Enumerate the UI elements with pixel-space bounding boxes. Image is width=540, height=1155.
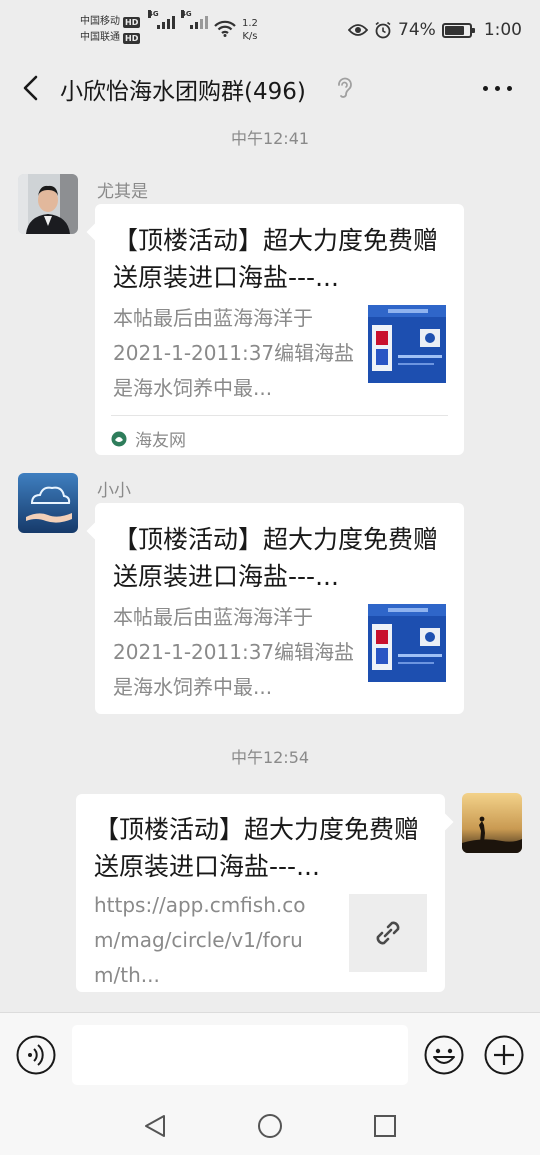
clock: 1:00: [483, 20, 522, 40]
card-thumbnail: [368, 305, 446, 383]
source-logo-icon: [111, 431, 127, 446]
card-url: https://app.cmfish.com/mag/circle/v1/for…: [94, 893, 306, 987]
nav-back-icon[interactable]: [143, 1113, 167, 1139]
voice-icon[interactable]: [16, 1035, 56, 1075]
link-card[interactable]: 【顶楼活动】超大力度免费赠送原装进口海盐---... https://app.c…: [76, 794, 454, 992]
battery-percent: 74%: [398, 20, 436, 40]
card-divider: [111, 415, 448, 416]
hd-badge: HD: [123, 32, 141, 44]
carrier-info: 中国移动 HD 中国联通 HD: [80, 14, 141, 46]
chat-header: 小欣怡海水团购群(496): [0, 62, 540, 114]
signal-icons: 4G 4G: [148, 10, 208, 29]
network-speed: 1.2 K/s: [242, 18, 258, 42]
message-timestamp: 中午12:41: [230, 129, 310, 148]
nav-home-icon[interactable]: [257, 1113, 283, 1139]
system-navigation-bar: [0, 1096, 540, 1155]
status-bar: 中国移动 HD 中国联通 HD 4G 4G 1.2 K/s 74% 1:00: [0, 0, 540, 62]
card-title: 【顶楼活动】超大力度免费赠送原装进口海盐---...: [94, 815, 420, 881]
source-name: 海友网: [135, 431, 186, 451]
link-card[interactable]: 【顶楼活动】超大力度免费赠送原装进口海盐---... 本帖最后由蓝海海洋于202…: [86, 503, 464, 714]
link-icon: [376, 921, 400, 945]
link-card[interactable]: 【顶楼活动】超大力度免费赠送原装进口海盐---... 本帖最后由蓝海海洋于202…: [86, 204, 464, 455]
card-source: 海友网: [111, 426, 186, 451]
hd-badge: HD: [123, 16, 141, 28]
message-input[interactable]: [72, 1025, 408, 1085]
card-thumbnail: [368, 604, 446, 682]
card-description: 本帖最后由蓝海海洋于2021-1-2011:37编辑海盐是海水饲养中最...: [113, 306, 355, 400]
avatar[interactable]: [18, 473, 78, 533]
link-placeholder: [349, 894, 427, 972]
card-title: 【顶楼活动】超大力度免费赠送原装进口海盐---...: [113, 525, 439, 591]
signal-icon: 4G: [148, 10, 175, 29]
carrier-2: 中国联通: [80, 32, 120, 43]
mute-ear-icon: [338, 77, 352, 98]
my-avatar[interactable]: [462, 793, 522, 853]
avatar[interactable]: [18, 174, 78, 234]
more-dots-icon[interactable]: [483, 86, 512, 91]
sender-name: 小小: [97, 481, 131, 501]
sender-name: 尤其是: [97, 182, 148, 202]
back-arrow-icon[interactable]: [20, 74, 44, 102]
eye-icon: [348, 24, 369, 36]
card-title: 【顶楼活动】超大力度免费赠送原装进口海盐---...: [113, 226, 439, 292]
wifi-icon: [214, 20, 236, 37]
battery-icon: [441, 22, 475, 38]
alarm-icon: [375, 21, 391, 39]
plus-icon[interactable]: [484, 1035, 524, 1075]
chat-title: 小欣怡海水团购群(496): [60, 79, 306, 105]
emoji-icon[interactable]: [424, 1035, 464, 1075]
input-bar: [0, 1012, 540, 1096]
signal-icon: 4G: [181, 10, 208, 29]
nav-recents-icon[interactable]: [373, 1114, 397, 1138]
message-timestamp: 中午12:54: [230, 748, 310, 767]
card-description: 本帖最后由蓝海海洋于2021-1-2011:37编辑海盐是海水饲养中最...: [113, 605, 355, 699]
carrier-1: 中国移动: [80, 16, 120, 27]
